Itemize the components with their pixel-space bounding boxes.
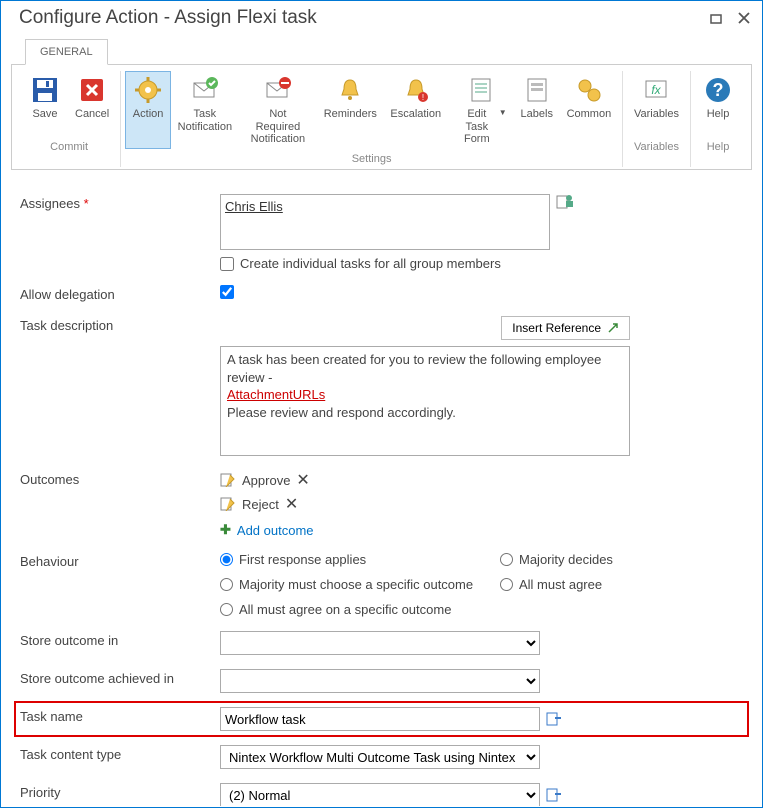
task-name-input[interactable] [220,707,540,731]
labels-icon [521,74,553,106]
form-content: Assignees * Chris Ellis Create individua… [2,186,761,806]
allow-delegation-checkbox[interactable] [220,285,234,299]
task-name-highlight: Task name [14,701,749,737]
common-icon [573,74,605,106]
ribbon-group-variables: Variables [627,139,686,155]
task-notification-button[interactable]: Task Notification [171,71,239,149]
plus-icon: ✚ [220,522,231,538]
create-individual-label: Create individual tasks for all group me… [240,256,501,271]
outcomes-label: Outcomes [20,470,220,487]
close-icon[interactable] [738,12,750,24]
not-required-icon [262,74,294,106]
escalation-button[interactable]: ! Escalation [384,71,448,149]
outcome-edit-icon[interactable] [220,473,236,487]
ribbon-group-help: Help [695,139,741,155]
priority-select[interactable]: (2) Normal [220,783,540,806]
behaviour-first-response[interactable]: First response applies [220,552,500,567]
task-content-type-label: Task content type [20,745,220,762]
outcome-item: Reject ✕ [220,494,743,514]
variables-icon: fx [640,74,672,106]
assignees-input[interactable]: Chris Ellis [220,194,550,250]
priority-label: Priority [20,783,220,800]
svg-text:?: ? [713,80,724,100]
behaviour-majority-specific[interactable]: Majority must choose a specific outcome [220,577,500,592]
insert-reference-button[interactable]: Insert Reference [501,316,630,340]
behaviour-all-agree-specific[interactable]: All must agree on a specific outcome [220,602,500,617]
help-button[interactable]: ? Help [695,71,741,137]
cancel-button[interactable]: Cancel [68,71,116,137]
ribbon-group-settings: Settings [125,151,618,167]
save-button[interactable]: Save [22,71,68,137]
assignees-label: Assignees * [20,194,220,211]
store-outcome-achieved-label: Store outcome achieved in [20,669,220,686]
store-outcome-in-label: Store outcome in [20,631,220,648]
attachment-urls-reference[interactable]: AttachmentURLs [227,387,325,402]
outcome-item: Approve ✕ [220,470,743,490]
not-required-notification-button[interactable]: Not Required Notification [239,71,317,149]
lookup-icon[interactable] [546,712,562,726]
reminders-button[interactable]: Reminders [317,71,384,149]
labels-button[interactable]: Labels [514,71,560,149]
behaviour-majority-decides[interactable]: Majority decides [500,552,700,567]
form-icon [465,74,497,106]
titlebar: Configure Action - Assign Flexi task [1,1,762,33]
variables-button[interactable]: fx Variables [627,71,686,137]
outcome-delete-icon[interactable]: ✕ [285,494,298,514]
gear-icon [132,74,164,106]
task-description-label: Task description [20,316,220,333]
help-icon: ? [702,74,734,106]
svg-text:!: ! [422,93,424,102]
common-button[interactable]: Common [560,71,618,149]
maximize-icon[interactable] [710,12,722,24]
store-outcome-achieved-select[interactable] [220,669,540,693]
edit-task-form-button[interactable]: Edit Task Form ▼ [448,71,514,149]
action-button[interactable]: Action [125,71,171,149]
outcome-edit-icon[interactable] [220,497,236,511]
lookup-icon[interactable] [546,788,562,802]
task-content-type-select[interactable]: Nintex Workflow Multi Outcome Task using… [220,745,540,769]
add-outcome-button[interactable]: ✚ Add outcome [220,522,743,538]
cancel-icon [76,74,108,106]
allow-delegation-label: Allow delegation [20,285,220,302]
tabstrip: GENERAL [25,39,762,65]
ribbon: Save Cancel Commit Action Task Notificat… [11,64,752,170]
svg-text:fx: fx [652,83,662,97]
escalation-icon: ! [400,74,432,106]
behaviour-label: Behaviour [20,552,220,569]
task-description-input[interactable]: A task has been created for you to revie… [220,346,630,456]
dialog-title: Configure Action - Assign Flexi task [19,7,317,29]
insert-reference-icon [607,322,619,334]
outcome-delete-icon[interactable]: ✕ [296,470,309,490]
create-individual-checkbox[interactable] [220,257,234,271]
task-notification-icon [189,74,221,106]
chevron-down-icon: ▼ [499,108,507,117]
task-name-label: Task name [20,707,220,724]
behaviour-all-agree[interactable]: All must agree [500,577,700,592]
create-individual-checkbox-row[interactable]: Create individual tasks for all group me… [220,256,743,271]
store-outcome-in-select[interactable] [220,631,540,655]
people-picker-icon[interactable] [556,194,574,210]
tab-general[interactable]: GENERAL [25,39,108,65]
save-icon [29,74,61,106]
ribbon-group-commit: Commit [22,139,116,155]
bell-icon [334,74,366,106]
